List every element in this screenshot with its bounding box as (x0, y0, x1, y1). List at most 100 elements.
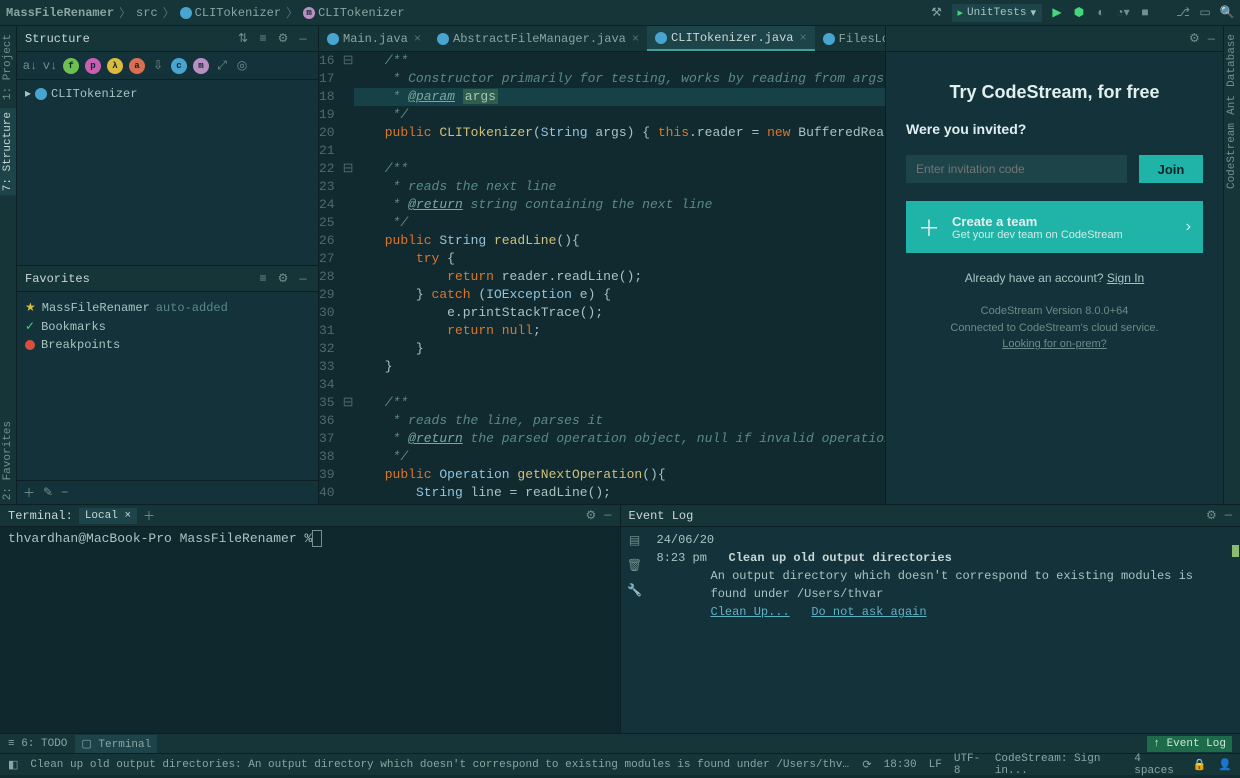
remove-icon[interactable]: − (61, 486, 68, 500)
sort-icon[interactable]: ⇅ (236, 32, 250, 46)
favorites-item-bookmarks[interactable]: ✓ Bookmarks (25, 317, 310, 336)
structure-tool-tab[interactable]: 7: Structure (0, 108, 16, 195)
favorites-panel-header: Favorites ≡ ⚙ — (17, 266, 318, 292)
event-marker (1232, 545, 1239, 557)
inspection-icon[interactable]: 👤 (1218, 758, 1232, 772)
event-log-content: 24/06/20 8:23 pm Clean up old output dir… (649, 527, 1231, 733)
build-icon[interactable]: ⚒ (930, 6, 944, 20)
gear-icon[interactable]: ⚙ (586, 508, 597, 523)
sign-in-link[interactable]: Sign In (1107, 271, 1144, 285)
search-everywhere-icon[interactable]: 🔍 (1220, 6, 1234, 20)
minimize-icon[interactable]: — (296, 32, 310, 46)
run-icon[interactable]: ▶ (1050, 6, 1064, 20)
codestream-tool-tab[interactable]: CodeStream (1224, 119, 1240, 193)
close-icon[interactable]: × (632, 32, 639, 46)
minimize-icon[interactable]: — (1208, 32, 1215, 46)
collapse-icon[interactable]: ≡ (256, 272, 270, 286)
gear-icon[interactable]: ⚙ (276, 32, 290, 46)
invitation-code-input[interactable] (906, 155, 1127, 183)
gear-icon[interactable]: ⚙ (276, 272, 290, 286)
code-editor[interactable]: 1617181920212223242526272829303132333435… (319, 52, 885, 504)
debug-icon[interactable]: ⬢ (1072, 6, 1086, 20)
join-button[interactable]: Join (1139, 155, 1203, 183)
gear-icon[interactable]: ⚙ (1206, 508, 1217, 523)
encoding[interactable]: UTF-8 (954, 753, 983, 777)
stop-icon[interactable]: ■ (1138, 6, 1152, 20)
todo-tool-button[interactable]: ≡ 6: TODO (8, 738, 67, 750)
git-icon[interactable]: ⎇ (1176, 6, 1190, 20)
favorites-item[interactable]: ★ MassFileRenamer auto-added (25, 298, 310, 317)
filter-lambda-icon[interactable]: λ (107, 58, 123, 74)
onprem-link[interactable]: Looking for on-prem? (950, 336, 1158, 353)
bg-tasks-icon[interactable]: ⟳ (862, 758, 871, 772)
filter-meth-icon[interactable]: m (193, 58, 209, 74)
plus-icon: ＋ (918, 211, 940, 243)
bc-method[interactable]: mCLITokenizer (303, 6, 404, 20)
bc-project[interactable]: MassFileRenamer (6, 6, 114, 20)
structure-node[interactable]: ▸ CLITokenizer (25, 86, 310, 101)
collapse-icon[interactable]: ≡ (256, 32, 270, 46)
database-tool-tab[interactable]: Database (1224, 30, 1240, 91)
wrench-icon[interactable]: 🔧 (627, 583, 642, 598)
run-icon: ▸ (958, 6, 964, 20)
favorites-item-breakpoints[interactable]: Breakpoints (25, 336, 310, 354)
code-area[interactable]: /** * Constructor primarily for testing,… (354, 52, 885, 504)
tool-windows-icon[interactable]: ◧ (8, 758, 18, 772)
terminal-tab-local[interactable]: Local × (79, 508, 137, 524)
project-tool-tab[interactable]: 1: Project (0, 30, 16, 104)
add-icon[interactable]: ＋ (23, 484, 35, 501)
expand-arrow-icon[interactable]: ▸ (25, 86, 31, 101)
expand-icon[interactable]: ⤢ (215, 59, 229, 73)
run-config-dropdown[interactable]: ▸UnitTests ▾ (952, 4, 1042, 22)
event-log-tool-button[interactable]: ↑ Event Log (1147, 736, 1232, 752)
lock-icon[interactable]: 🔒 (1193, 758, 1207, 772)
tool-window-icon[interactable]: ▭ (1198, 6, 1212, 20)
add-terminal-icon[interactable]: ＋ (143, 507, 155, 524)
edit-icon[interactable]: ✎ (43, 485, 53, 500)
structure-tree[interactable]: ▸ CLITokenizer (17, 80, 318, 265)
chevron-icon: 〉 (286, 4, 298, 21)
terminal-tool-button[interactable]: ▢ Terminal (75, 735, 157, 753)
cleanup-link[interactable]: Clean Up... (711, 605, 790, 619)
trash-icon[interactable]: 🗑 (627, 558, 642, 573)
indent-status[interactable]: 4 spaces (1134, 753, 1180, 777)
inherited-icon[interactable]: ⇩ (151, 59, 165, 73)
minimize-icon[interactable]: — (1225, 508, 1232, 523)
top-toolbar: MassFileRenamer 〉 src 〉 CLITokenizer 〉 m… (0, 0, 1240, 26)
close-icon[interactable]: × (799, 31, 806, 45)
bc-class[interactable]: CLITokenizer (180, 6, 281, 20)
profile-icon[interactable]: ◔▾ (1116, 6, 1130, 20)
codestream-status[interactable]: CodeStream: Sign in... (995, 753, 1122, 777)
close-icon[interactable]: × (124, 510, 131, 522)
dont-ask-link[interactable]: Do not ask again (811, 605, 926, 619)
filter-anon-icon[interactable]: a (129, 58, 145, 74)
class-icon (823, 33, 835, 45)
minimize-icon[interactable]: — (296, 272, 310, 286)
filter-fields-icon[interactable]: f (63, 58, 79, 74)
codestream-invited-label: Were you invited? (906, 121, 1203, 137)
sort-vis-icon[interactable]: v↓ (43, 59, 57, 73)
coverage-icon[interactable]: ◐ (1094, 6, 1108, 20)
bc-src[interactable]: src (136, 6, 158, 20)
fold-gutter[interactable]: ⊟⊟⊟ (343, 52, 354, 504)
filter-cls-icon[interactable]: c (171, 58, 187, 74)
favorites-tool-tab[interactable]: 2: Favorites (0, 417, 16, 504)
create-team-card[interactable]: ＋ Create a team Get your dev team on Cod… (906, 201, 1203, 253)
ant-tool-tab[interactable]: Ant (1224, 91, 1240, 119)
editor-tab[interactable]: FilesLoader.java× (815, 26, 885, 51)
left-tool-gutter: 1: Project 7: Structure 2: Favorites (0, 26, 17, 504)
close-icon[interactable]: × (414, 32, 421, 46)
caret-position[interactable]: 18:30 (884, 759, 917, 771)
sort-az-icon[interactable]: a↓ (23, 59, 37, 73)
editor-tab[interactable]: Main.java× (319, 26, 429, 51)
editor-tab[interactable]: CLITokenizer.java× (647, 26, 815, 51)
class-icon (35, 88, 47, 100)
filter-props-icon[interactable]: p (85, 58, 101, 74)
terminal-body[interactable]: thvardhan@MacBook-Pro MassFileRenamer % (0, 527, 620, 550)
gear-icon[interactable]: ⚙ (1189, 31, 1200, 46)
minimize-icon[interactable]: — (604, 508, 611, 523)
line-separator[interactable]: LF (929, 759, 942, 771)
autoscroll-icon[interactable]: ◎ (235, 59, 249, 73)
editor-tab[interactable]: AbstractFileManager.java× (429, 26, 647, 51)
filter-icon[interactable]: ▤ (629, 533, 640, 548)
